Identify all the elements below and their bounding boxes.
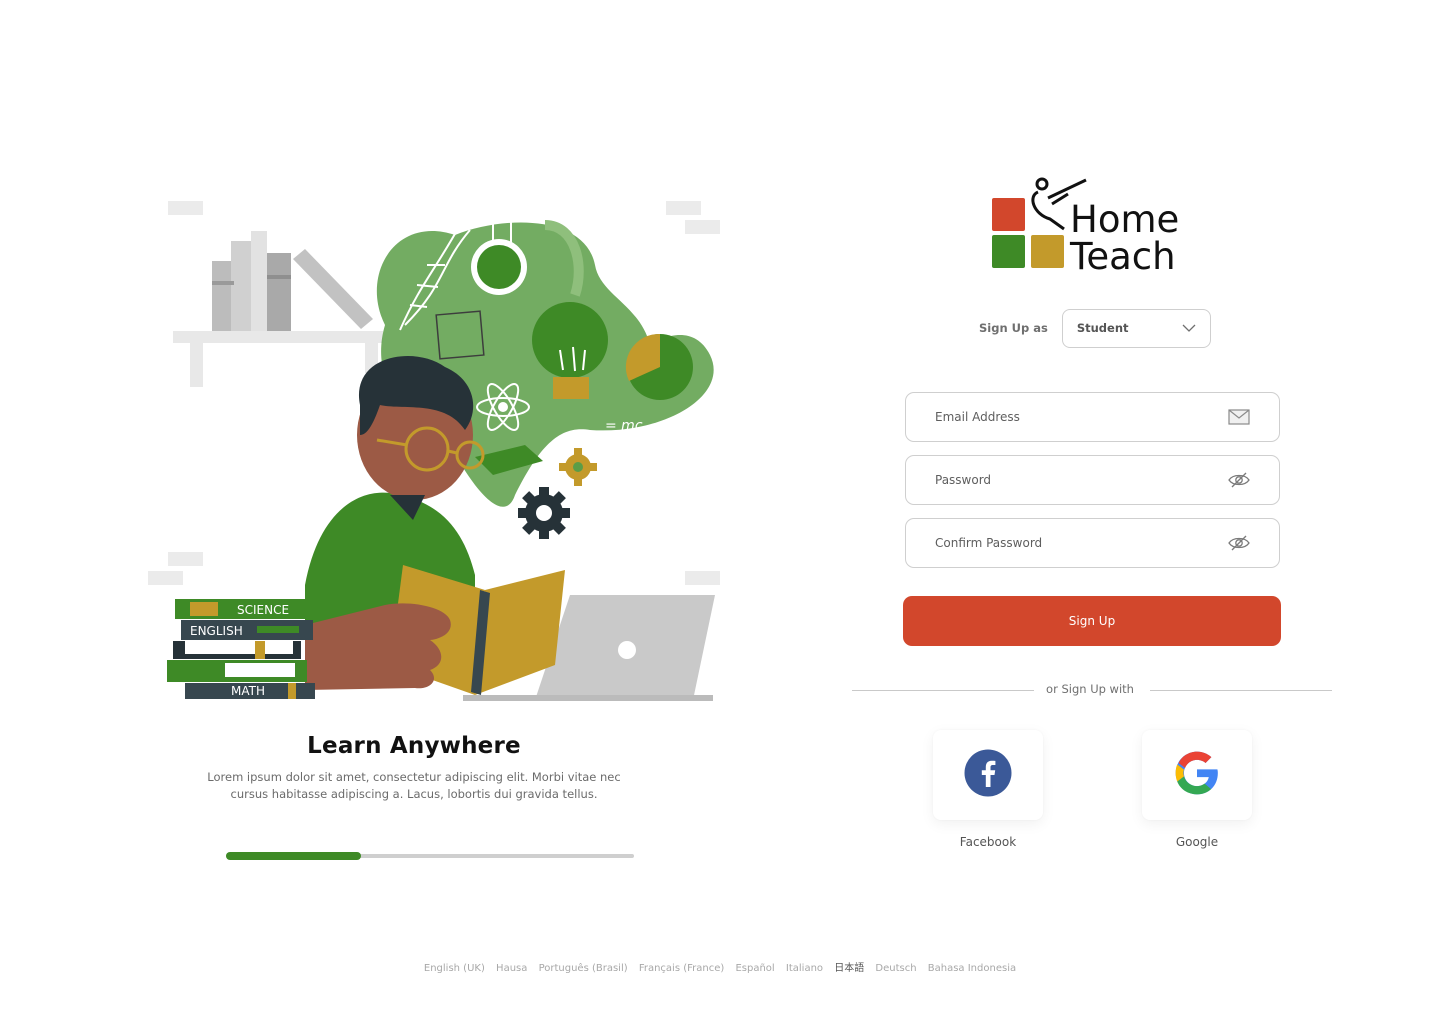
confirm-password-field <box>905 518 1280 568</box>
logo-line-2: Teach <box>1069 235 1176 274</box>
book-math-label: MATH <box>231 684 265 698</box>
facebook-label: Facebook <box>959 835 1017 849</box>
signup-button[interactable]: Sign Up <box>903 596 1281 646</box>
language-option[interactable]: Português (Brasil) <box>539 963 628 974</box>
onboarding-description: Lorem ipsum dolor sit amet, consectetur … <box>207 770 621 801</box>
google-icon <box>1172 748 1222 803</box>
language-option[interactable]: Français (France) <box>639 963 724 974</box>
language-selector: English (UK) Hausa Português (Brasil) Fr… <box>0 959 1440 974</box>
onboarding-title: Learn Anywhere <box>307 733 521 759</box>
language-option[interactable]: English (UK) <box>424 963 485 974</box>
hometeach-logo: Home Teach <box>988 174 1198 274</box>
email-field <box>905 392 1280 442</box>
onboarding-progress-fill <box>226 852 361 860</box>
confirm-password-input[interactable] <box>935 536 1205 550</box>
google-signup-button[interactable] <box>1142 730 1252 820</box>
facebook-signup-button[interactable] <box>933 730 1043 820</box>
password-input[interactable] <box>935 473 1205 487</box>
signup-role-row: Sign Up as Student <box>979 308 1211 348</box>
divider-right <box>1150 690 1332 691</box>
language-option[interactable]: 日本語 <box>834 959 864 974</box>
onboarding-progress <box>226 852 634 860</box>
language-option[interactable]: Italiano <box>786 963 823 974</box>
eye-off-icon[interactable] <box>1227 470 1251 490</box>
signup-as-label: Sign Up as <box>979 321 1048 335</box>
chevron-down-icon <box>1182 321 1196 335</box>
role-select[interactable]: Student <box>1061 308 1211 348</box>
book-science-label: SCIENCE <box>237 603 289 617</box>
language-option[interactable]: Español <box>735 963 774 974</box>
eye-off-icon[interactable] <box>1227 533 1251 553</box>
language-option[interactable]: Deutsch <box>875 963 916 974</box>
facebook-icon <box>964 749 1012 802</box>
password-field <box>905 455 1280 505</box>
divider-left <box>852 690 1034 691</box>
or-signup-with-text: or Sign Up with <box>1046 682 1134 696</box>
language-option[interactable]: Bahasa Indonesia <box>928 963 1016 974</box>
google-label: Google <box>1175 835 1219 849</box>
language-option[interactable]: Hausa <box>496 963 527 974</box>
formula-text: = mc <box>605 418 643 434</box>
book-english-label: ENGLISH <box>190 624 243 638</box>
role-select-value: Student <box>1076 321 1129 335</box>
learning-illustration: = mc SCIENCE ENGLISH MATH <box>145 195 735 715</box>
email-input[interactable] <box>935 410 1205 424</box>
mail-icon <box>1227 407 1251 427</box>
